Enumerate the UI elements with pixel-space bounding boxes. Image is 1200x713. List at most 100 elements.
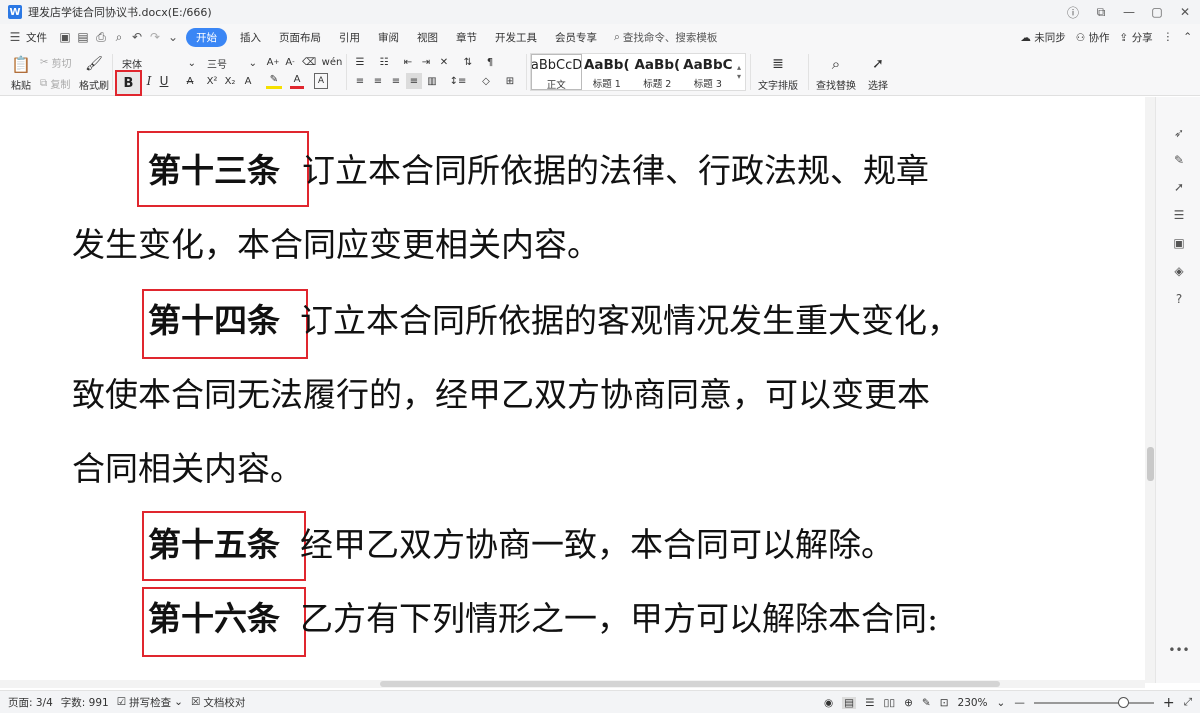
zoom-out-icon[interactable]: — [1014,697,1025,709]
font-color-icon[interactable]: A [290,73,304,89]
document-paragraph[interactable]: 第十四条 订立本合同所依据的客观情况发生重大变化， [148,299,1148,343]
horizontal-scroll-thumb[interactable] [380,681,1000,687]
outline-view-icon[interactable]: ☰ [865,697,874,709]
pen-icon[interactable]: ✎ [1171,152,1187,168]
align-center-icon[interactable]: ≡ [370,73,386,89]
find-replace-button[interactable]: 查找替换 [814,77,858,92]
tab-developer[interactable]: 开发工具 [486,30,546,45]
chinese-layout-icon[interactable]: ✕ [436,55,452,69]
strikethrough-icon[interactable]: A [183,73,197,89]
shrink-font-icon[interactable]: A- [283,55,297,69]
numbered-list-icon[interactable]: ☷ [376,55,392,69]
style-heading-3[interactable]: AaBbC 标题 3 [683,54,734,90]
navigation-icon[interactable]: ◈ [1171,263,1187,279]
image-tool-icon[interactable]: ▣ [1171,235,1187,251]
align-left-icon[interactable]: ≡ [352,73,368,89]
tab-references[interactable]: 引用 [330,30,369,45]
more-menu-icon[interactable]: ⋮ [1163,31,1174,43]
style-heading-1[interactable]: AaBb( 标题 1 [582,54,633,90]
proofread-button[interactable]: ☒ 文档校对 [191,695,245,710]
print-icon[interactable]: ⎙ [92,28,110,46]
tab-view[interactable]: 视图 [408,30,447,45]
text-layout-icon[interactable]: ≣ [768,54,788,74]
cut-button[interactable]: ✂ 剪切 [40,55,72,70]
font-size-select[interactable]: 三号 ⌄ [204,55,260,71]
fit-page-icon[interactable]: ⊡ [940,697,949,709]
restore-layout-icon[interactable]: ⧉ [1094,5,1108,20]
decrease-indent-icon[interactable]: ⇤ [400,55,416,69]
format-painter-button[interactable]: 格式刷 [79,77,109,92]
minimize-icon[interactable]: — [1122,5,1136,19]
tab-review[interactable]: 审阅 [369,30,408,45]
document-paragraph[interactable]: 第十三条 订立本合同所依据的法律、行政法规、规章 [148,149,1148,193]
chevron-down-icon[interactable]: ⌄ [997,697,1006,709]
export-pdf-icon[interactable]: ▤ [74,28,92,46]
shading-icon[interactable]: ◇ [478,73,494,89]
align-justify-icon[interactable]: ≡ [406,73,422,89]
page-view-icon[interactable]: ▤ [842,696,857,709]
menu-file[interactable]: 文件 [24,30,56,45]
align-right-icon[interactable]: ≡ [388,73,404,89]
zoom-slider[interactable] [1033,696,1154,708]
style-heading-2[interactable]: AaBb( 标题 2 [632,54,683,90]
word-count[interactable]: 字数: 991 [61,695,109,710]
bullet-list-icon[interactable]: ☰ [352,55,368,69]
scroll-thumb[interactable] [1147,447,1154,481]
info-icon[interactable]: ⓘ [1066,4,1080,21]
sort-icon[interactable]: ⇅ [460,55,476,69]
paste-icon[interactable]: 📋 [10,54,32,74]
undo-icon[interactable]: ↶ [128,28,146,46]
paragraph-line[interactable]: 合同相关内容。 [72,447,1072,491]
underline-button[interactable]: U [158,73,170,89]
styles-scroll[interactable]: ▴ ▾ [733,54,745,90]
spellcheck-button[interactable]: ☑ 拼写检查 ⌄ [117,695,183,710]
bold-button[interactable]: B [115,70,142,96]
find-replace-icon[interactable]: ⌕ [826,54,846,74]
style-normal[interactable]: AaBbCcDd 正文 [531,54,582,90]
tab-home[interactable]: 开始 [186,27,227,47]
collapse-ribbon-icon[interactable]: ⌃ [1183,31,1192,43]
highlight-color-icon[interactable]: ✎ [266,73,282,89]
close-icon[interactable]: ✕ [1178,5,1192,19]
select-cursor-icon[interactable]: ➚ [870,54,886,74]
hamburger-menu-icon[interactable]: ☰ [6,28,24,46]
document-paragraph[interactable]: 第十五条 经甲乙双方协商一致，本合同可以解除。 [148,523,1148,567]
rocket-icon[interactable]: ➶ [1171,125,1187,141]
eye-protection-icon[interactable]: ◉ [824,697,833,709]
collaborate-button[interactable]: ⚇ 协作 [1076,30,1110,45]
reading-view-icon[interactable]: ▯▯ [884,697,896,709]
show-marks-icon[interactable]: ¶ [482,55,498,69]
text-layout-button[interactable]: 文字排版 [756,77,800,92]
paragraph-line[interactable]: 致使本合同无法履行的，经甲乙双方协商同意，可以变更本 [72,373,1072,417]
italic-button[interactable]: I [143,73,155,89]
pinyin-guide-icon[interactable]: wén [320,55,344,69]
copy-button[interactable]: ⧉ 复制 [40,76,70,91]
command-search[interactable]: ⌕ 查找命令、搜索模板 [614,30,717,45]
maximize-icon[interactable]: ▢ [1150,5,1164,19]
paste-button[interactable]: 粘贴 [6,77,36,92]
web-view-icon[interactable]: ⊕ [904,697,913,709]
share-button[interactable]: ⇪ 分享 [1120,30,1153,45]
font-name-select[interactable]: 宋体 ⌄ [118,55,200,71]
char-border-icon[interactable]: A [314,73,328,89]
write-mode-icon[interactable]: ✎ [922,697,931,709]
borders-icon[interactable]: ⊞ [502,73,518,89]
cloud-sync-button[interactable]: ☁ 未同步 [1020,30,1065,45]
horizontal-scrollbar[interactable] [0,680,1145,688]
text-effect-icon[interactable]: A [241,73,255,89]
increase-indent-icon[interactable]: ⇥ [418,55,434,69]
pointer-icon[interactable]: ➚ [1171,179,1187,195]
document-paragraph[interactable]: 第十六条 乙方有下列情形之一，甲方可以解除本合同: [148,597,1148,641]
grow-font-icon[interactable]: A + [266,55,280,69]
tab-page-layout[interactable]: 页面布局 [270,30,330,45]
zoom-in-icon[interactable]: + [1163,695,1175,711]
superscript-icon[interactable]: X² [204,73,220,89]
help-icon[interactable]: ? [1171,291,1187,307]
line-spacing-icon[interactable]: ↕≡ [448,73,468,89]
zoom-slider-knob[interactable] [1117,696,1129,708]
vertical-scrollbar[interactable] [1145,97,1155,683]
tab-section[interactable]: 章节 [447,30,486,45]
sliders-icon[interactable]: ☰ [1171,207,1187,223]
paragraph-line[interactable]: 发生变化，本合同应变更相关内容。 [72,223,1072,267]
print-preview-icon[interactable]: ⌕ [110,28,128,46]
